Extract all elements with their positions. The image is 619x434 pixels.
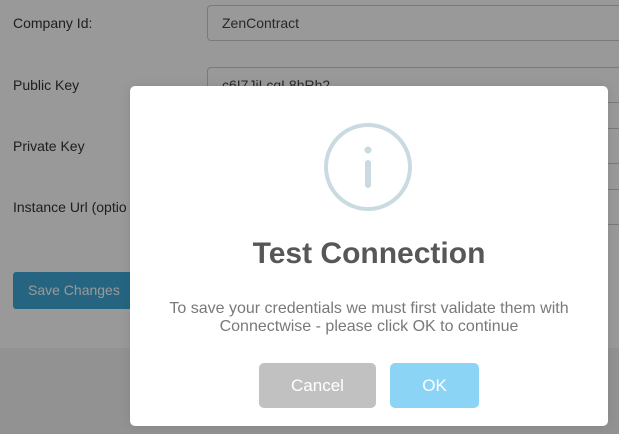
info-icon bbox=[324, 123, 412, 211]
ok-button[interactable]: OK bbox=[390, 363, 479, 408]
dialog-message-line-1: To save your credentials we must first v… bbox=[169, 300, 569, 317]
dialog-message: To save your credentials we must first v… bbox=[150, 300, 588, 336]
cancel-button[interactable]: Cancel bbox=[259, 363, 376, 408]
dialog-message-line-2: Connectwise - please click OK to continu… bbox=[219, 318, 519, 335]
test-connection-dialog: Test Connection To save your credentials… bbox=[130, 86, 608, 426]
dialog-title: Test Connection bbox=[252, 237, 486, 270]
